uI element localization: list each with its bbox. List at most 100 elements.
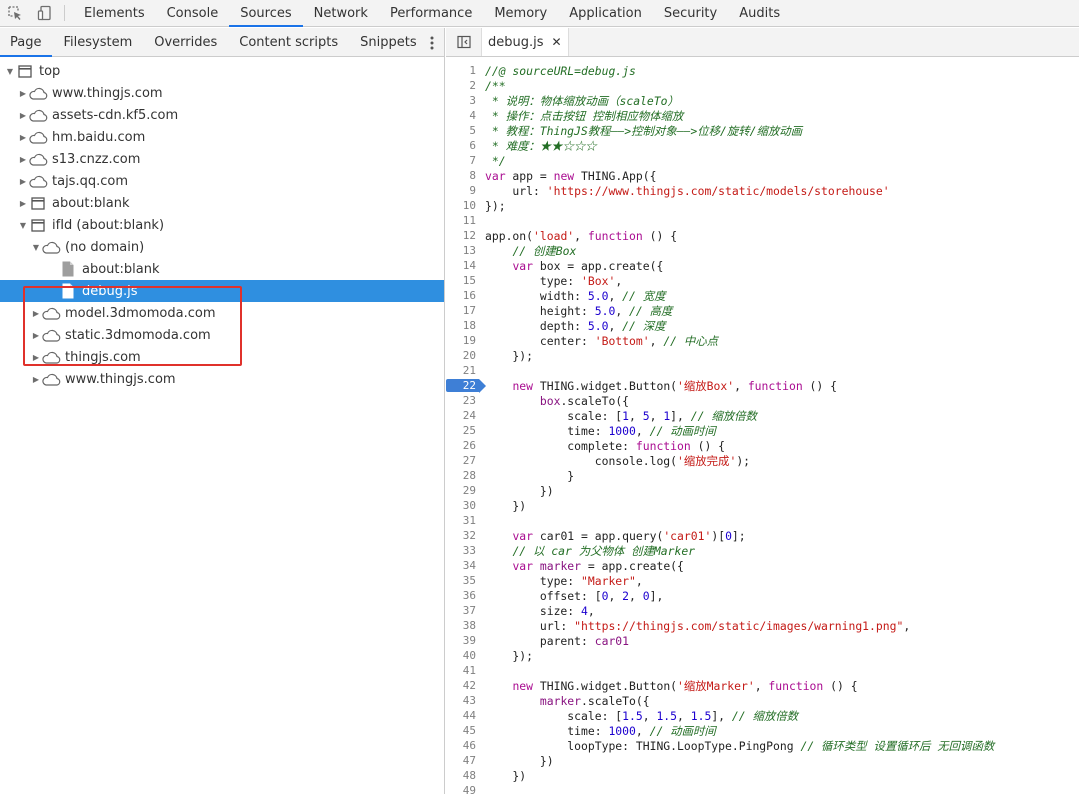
nav-tab-overrides[interactable]: Overrides [143, 28, 228, 56]
tree-item[interactable]: ▶ www.thingjs.com [0, 368, 444, 390]
line-number[interactable]: 10 [446, 199, 476, 212]
line-number[interactable]: 12 [446, 229, 476, 242]
collapse-arrow-icon[interactable]: ▶ [18, 111, 28, 120]
collapse-arrow-icon[interactable]: ▶ [18, 155, 28, 164]
line-number[interactable]: 8 [446, 169, 476, 182]
line-number[interactable]: 9 [446, 184, 476, 197]
tree-item[interactable]: ▼ ifId (about:blank) [0, 214, 444, 236]
navigator-toggle-icon[interactable] [446, 28, 482, 56]
file-tab-debug-js[interactable]: debug.js ✕ [482, 28, 569, 56]
tab-console[interactable]: Console [156, 0, 230, 26]
code-line: 16 width: 5.0, // 宽度 [446, 288, 1079, 303]
line-number[interactable]: 37 [446, 604, 476, 617]
tab-memory[interactable]: Memory [483, 0, 558, 26]
code-line: 37 size: 4, [446, 603, 1079, 618]
line-number[interactable]: 41 [446, 664, 476, 677]
line-number[interactable]: 7 [446, 154, 476, 167]
tree-item[interactable]: ▶ hm.baidu.com [0, 126, 444, 148]
code-line: 12 app.on('load', function () { [446, 228, 1079, 243]
line-number[interactable]: 18 [446, 319, 476, 332]
collapse-arrow-icon[interactable]: ▶ [31, 375, 41, 384]
line-number[interactable]: 35 [446, 574, 476, 587]
line-number[interactable]: 26 [446, 439, 476, 452]
code-line: 23 box.scaleTo({ [446, 393, 1079, 408]
line-number[interactable]: 5 [446, 124, 476, 137]
inspect-element-icon[interactable] [0, 0, 30, 26]
line-number[interactable]: 33 [446, 544, 476, 557]
line-number[interactable]: 11 [446, 214, 476, 227]
line-number[interactable]: 31 [446, 514, 476, 527]
tab-application[interactable]: Application [558, 0, 653, 26]
code-text: //@ sourceURL=debug.js [485, 63, 636, 78]
line-number[interactable]: 6 [446, 139, 476, 152]
tree-item-label: hm.baidu.com [52, 129, 146, 145]
collapse-arrow-icon[interactable]: ▶ [18, 199, 28, 208]
breakpoint-line-number[interactable]: 22 [446, 379, 486, 393]
line-number[interactable]: 49 [446, 784, 476, 794]
device-toolbar-icon[interactable] [30, 0, 60, 26]
line-number[interactable]: 38 [446, 619, 476, 632]
expand-arrow-icon[interactable]: ▼ [31, 243, 41, 252]
more-vertical-icon[interactable] [430, 28, 434, 57]
tree-item[interactable]: ▶ tajs.qq.com [0, 170, 444, 192]
tree-item[interactable]: ▼ top [0, 60, 444, 82]
line-number[interactable]: 14 [446, 259, 476, 272]
line-number[interactable]: 42 [446, 679, 476, 692]
tree-item[interactable]: about:blank [0, 258, 444, 280]
nav-tab-filesystem[interactable]: Filesystem [52, 28, 143, 56]
line-number[interactable]: 48 [446, 769, 476, 782]
line-number[interactable]: 13 [446, 244, 476, 257]
tree-item[interactable]: ▶ about:blank [0, 192, 444, 214]
tab-security[interactable]: Security [653, 0, 728, 26]
line-number[interactable]: 17 [446, 304, 476, 317]
line-number[interactable]: 28 [446, 469, 476, 482]
line-number[interactable]: 47 [446, 754, 476, 767]
line-number[interactable]: 29 [446, 484, 476, 497]
line-number[interactable]: 21 [446, 364, 476, 377]
line-number[interactable]: 2 [446, 79, 476, 92]
devtools-main-toolbar: Elements Console Sources Network Performance… [0, 0, 1079, 27]
line-number[interactable]: 30 [446, 499, 476, 512]
nav-tab-page[interactable]: Page [0, 28, 53, 57]
expand-arrow-icon[interactable]: ▼ [18, 221, 28, 230]
tree-item[interactable]: ▼ (no domain) [0, 236, 444, 258]
line-number[interactable]: 1 [446, 64, 476, 77]
line-number[interactable]: 25 [446, 424, 476, 437]
collapse-arrow-icon[interactable]: ▶ [18, 89, 28, 98]
code-text: complete: function () { [485, 438, 726, 453]
line-number[interactable]: 43 [446, 694, 476, 707]
line-number[interactable]: 20 [446, 349, 476, 362]
tree-item[interactable]: ▶ assets-cdn.kf5.com [0, 104, 444, 126]
line-number[interactable]: 19 [446, 334, 476, 347]
collapse-arrow-icon[interactable]: ▶ [18, 133, 28, 142]
line-number[interactable]: 40 [446, 649, 476, 662]
code-line: 20 }); [446, 348, 1079, 363]
tab-network[interactable]: Network [303, 0, 379, 26]
line-number[interactable]: 36 [446, 589, 476, 602]
line-number[interactable]: 23 [446, 394, 476, 407]
line-number[interactable]: 27 [446, 454, 476, 467]
line-number[interactable]: 44 [446, 709, 476, 722]
line-number[interactable]: 3 [446, 94, 476, 107]
tab-performance[interactable]: Performance [379, 0, 483, 26]
nav-tab-snippets[interactable]: Snippets [349, 28, 427, 56]
line-number[interactable]: 46 [446, 739, 476, 752]
line-number[interactable]: 34 [446, 559, 476, 572]
code-text: }) [485, 483, 554, 498]
line-number[interactable]: 15 [446, 274, 476, 287]
line-number[interactable]: 32 [446, 529, 476, 542]
line-number[interactable]: 24 [446, 409, 476, 422]
collapse-arrow-icon[interactable]: ▶ [18, 177, 28, 186]
tree-item[interactable]: ▶ www.thingjs.com [0, 82, 444, 104]
line-number[interactable]: 45 [446, 724, 476, 737]
line-number[interactable]: 4 [446, 109, 476, 122]
line-number[interactable]: 16 [446, 289, 476, 302]
close-icon[interactable]: ✕ [552, 35, 562, 49]
expand-arrow-icon[interactable]: ▼ [5, 67, 15, 76]
tab-audits[interactable]: Audits [728, 0, 791, 26]
tab-sources[interactable]: Sources [229, 0, 304, 27]
nav-tab-content-scripts[interactable]: Content scripts [228, 28, 349, 56]
tab-elements[interactable]: Elements [73, 0, 156, 26]
tree-item[interactable]: ▶ s13.cnzz.com [0, 148, 444, 170]
line-number[interactable]: 39 [446, 634, 476, 647]
